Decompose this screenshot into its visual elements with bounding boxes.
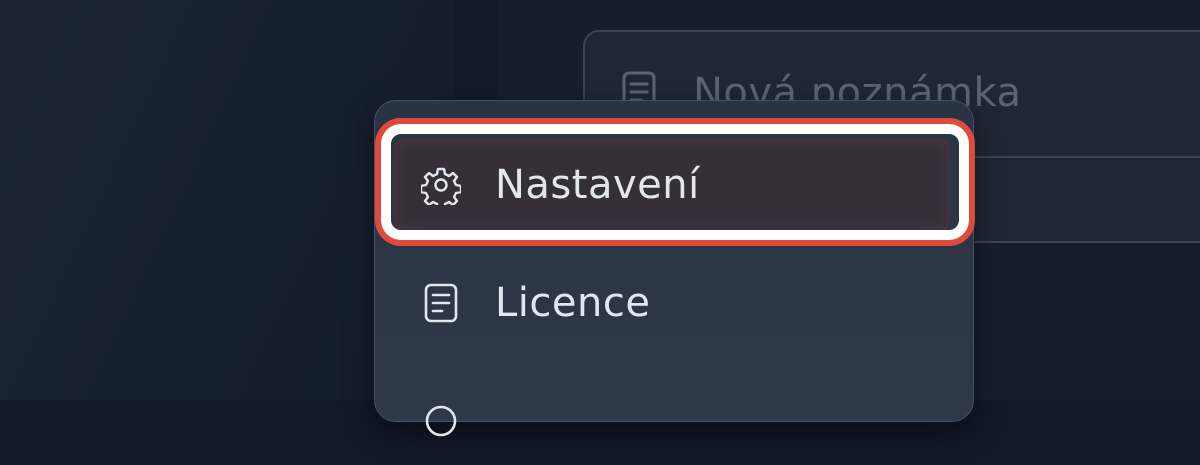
menu-item-label: Licence: [495, 280, 651, 326]
circle-icon: [425, 405, 457, 437]
menu-item-license[interactable]: Licence: [393, 257, 951, 349]
context-menu: Nastavení Licence: [374, 100, 974, 437]
document-icon: [424, 283, 458, 323]
gear-icon: [421, 167, 461, 205]
menu-item-label: Nastavení: [495, 162, 700, 208]
menu-item-partial[interactable]: [393, 373, 951, 465]
menu-item-settings[interactable]: Nastavení: [393, 139, 951, 231]
